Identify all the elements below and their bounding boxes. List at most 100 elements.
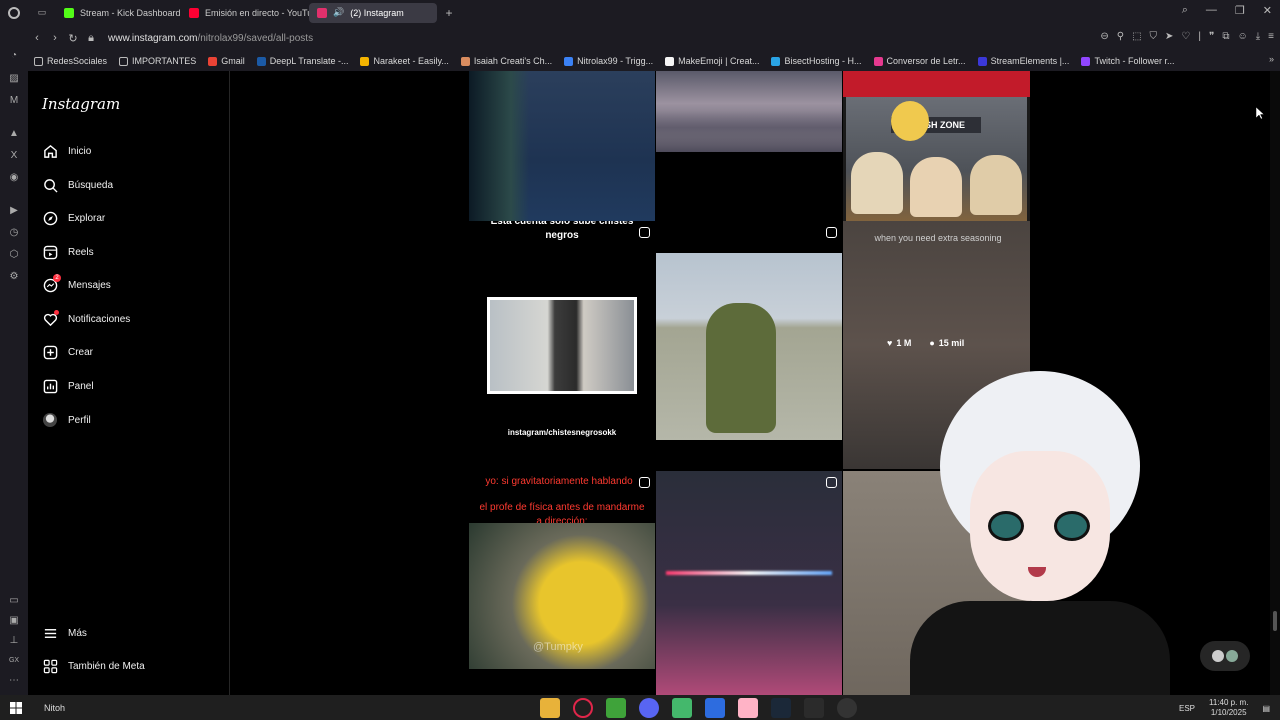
bookmark-heart-icon[interactable]: ♡ [1181, 31, 1190, 42]
nav-label: Mensajes [68, 279, 111, 291]
gx-corner-icon[interactable]: ▨ [8, 73, 20, 85]
account-icon[interactable]: ☺ [1238, 31, 1248, 42]
speed-dial-icon[interactable]: ◔ [8, 50, 20, 62]
discord-icon[interactable]: ◉ [8, 172, 20, 184]
shield-icon[interactable]: ⛉ [1150, 31, 1158, 42]
close-icon[interactable]: ✕ [1263, 4, 1272, 17]
minecraft-icon[interactable] [606, 697, 626, 718]
bookmark-item[interactable]: RedesSociales [28, 56, 113, 66]
nav-item-mensajes[interactable]: 2 Mensajes [42, 274, 111, 293]
post-image [469, 71, 529, 221]
menu-icon[interactable]: ≡ [1268, 31, 1274, 42]
streaming-app-icon[interactable] [705, 697, 725, 718]
tab-instagram[interactable]: 🔊 (2) Instagram [309, 2, 437, 23]
bookmark-item[interactable]: Conversor de Letr... [868, 56, 972, 66]
player-icon[interactable]: ▶ [8, 205, 20, 217]
saved-post-1[interactable] [469, 71, 655, 221]
bookmark-item[interactable]: DeepL Translate -... [251, 56, 355, 66]
nav-item-panel[interactable]: Panel [42, 378, 94, 394]
extensions-puzzle-icon[interactable]: ⧉ [1222, 31, 1229, 42]
nav-item-mas[interactable]: Más [42, 625, 87, 641]
folder-icon [119, 56, 129, 66]
download-icon[interactable]: ⤓ [1256, 31, 1260, 42]
bookmark-item[interactable]: Gmail [202, 56, 251, 66]
reload-button[interactable]: ↻ [64, 32, 82, 45]
nav-item-inicio[interactable]: Inicio [42, 143, 91, 159]
aria-icon[interactable]: ▲ [8, 128, 20, 140]
steam-icon[interactable] [771, 697, 791, 718]
taskbar-user-label: Nitoh [44, 702, 66, 713]
search-icon[interactable]: ⌕ [1182, 4, 1188, 17]
nav-item-notificaciones[interactable]: Notificaciones [42, 310, 130, 327]
speaker-icon[interactable]: 🔊 [333, 7, 344, 18]
new-tab-button[interactable]: + [441, 5, 457, 21]
more-icon[interactable]: ⋯ [8, 675, 20, 687]
bookmark-item[interactable]: Nitrolax99 - Trigg... [558, 56, 659, 66]
lock-icon[interactable]: 🔒︎ [82, 32, 100, 45]
game-icon[interactable] [672, 697, 692, 718]
bookmark-item[interactable]: Isaiah Creati's Ch... [455, 56, 558, 66]
gx-control-icon[interactable]: GX [8, 655, 20, 667]
zoom-icon[interactable]: ⊖ [1100, 31, 1108, 42]
saved-post-8[interactable] [656, 471, 842, 695]
quote-icon[interactable]: ❞ [1209, 31, 1214, 42]
tabs-overview-icon[interactable]: ▭ [28, 7, 56, 18]
saved-post-7[interactable]: yo: si gravitatoriamente hablando el pro… [469, 471, 655, 669]
chevron-right-icon[interactable]: » [1269, 54, 1274, 64]
back-button[interactable]: ‹ [28, 32, 46, 44]
network-limiter-icon[interactable]: ⊥ [8, 635, 20, 647]
obs-icon[interactable] [837, 697, 857, 718]
history-icon[interactable]: ◷ [8, 227, 20, 239]
app-icon[interactable] [804, 697, 824, 718]
nav-item-busqueda[interactable]: Búsqueda [42, 177, 113, 193]
bookmark-item[interactable]: BisectHosting - H... [765, 56, 867, 66]
instagram-logo[interactable]: Instagram [42, 95, 120, 113]
cartoon-character [970, 155, 1022, 215]
notifications-icon[interactable]: ▤ [1262, 704, 1270, 713]
snapshot-icon[interactable]: ⬚ [1132, 31, 1141, 42]
saved-post-3[interactable]: FRESH ZONE [843, 71, 1030, 221]
settings-icon[interactable]: ⚙ [8, 271, 20, 283]
bookmark-label: MakeEmoji | Creat... [678, 56, 760, 66]
bookmark-item[interactable]: IMPORTANTES [113, 56, 202, 66]
bookmark-item[interactable]: Narakeet - Easily... [354, 56, 454, 66]
avatar-eye [1054, 511, 1090, 541]
nav-item-perfil[interactable]: Perfil [42, 412, 91, 428]
extensions-icon[interactable]: ⬡ [8, 249, 20, 261]
bookmark-item[interactable]: Twitch - Follower r... [1075, 56, 1180, 66]
page-scrollbar[interactable] [1270, 71, 1280, 695]
opera-gx-logo-icon[interactable] [0, 0, 28, 25]
instagram-icon [317, 7, 327, 18]
nav-item-crear[interactable]: Crear [42, 344, 93, 360]
x-icon[interactable]: X [8, 150, 20, 162]
tab-kick[interactable]: Stream - Kick Dashboard [56, 3, 181, 23]
saved-post-2[interactable] [656, 71, 842, 152]
windows-start-icon[interactable] [0, 701, 32, 714]
bookmark-label: Nitrolax99 - Trigg... [577, 56, 654, 66]
language-indicator[interactable]: ESP [1179, 704, 1195, 713]
saved-post-4[interactable]: Esta cuenta solo sube chistes negros ins… [469, 221, 655, 469]
url-field[interactable]: www.instagram.com/nitrolax99/saved/all-p… [108, 33, 313, 44]
saved-post-5[interactable] [656, 221, 842, 469]
nav-item-explorar[interactable]: Explorar [42, 210, 105, 226]
cpu-limiter-icon[interactable]: ▣ [8, 615, 20, 627]
clock[interactable]: 11:40 p. m. 1/10/2025 [1209, 698, 1248, 718]
opera-gx-icon[interactable] [573, 697, 593, 718]
file-explorer-icon[interactable] [540, 697, 560, 718]
send-icon[interactable]: ➤ [1165, 31, 1173, 42]
bookmark-item[interactable]: MakeEmoji | Creat... [659, 56, 765, 66]
ram-limiter-icon[interactable]: ▭ [8, 595, 20, 607]
bookmark-item[interactable]: StreamElements |... [972, 56, 1076, 66]
messages-bubble[interactable] [1200, 641, 1250, 671]
discord-icon[interactable] [639, 697, 659, 718]
scrollbar-thumb[interactable] [1273, 611, 1277, 631]
vtube-icon[interactable] [738, 697, 758, 718]
minimize-icon[interactable]: — [1206, 4, 1217, 17]
nav-item-meta[interactable]: También de Meta [42, 658, 145, 674]
pin-icon[interactable]: ⚲ [1117, 31, 1124, 42]
gx-mods-icon[interactable]: M [8, 95, 20, 107]
tab-youtube[interactable]: Emisión en directo - YouTube [181, 3, 309, 23]
nav-item-reels[interactable]: Reels [42, 244, 94, 260]
forward-button[interactable]: › [46, 32, 64, 44]
maximize-icon[interactable]: ❐ [1235, 4, 1245, 17]
